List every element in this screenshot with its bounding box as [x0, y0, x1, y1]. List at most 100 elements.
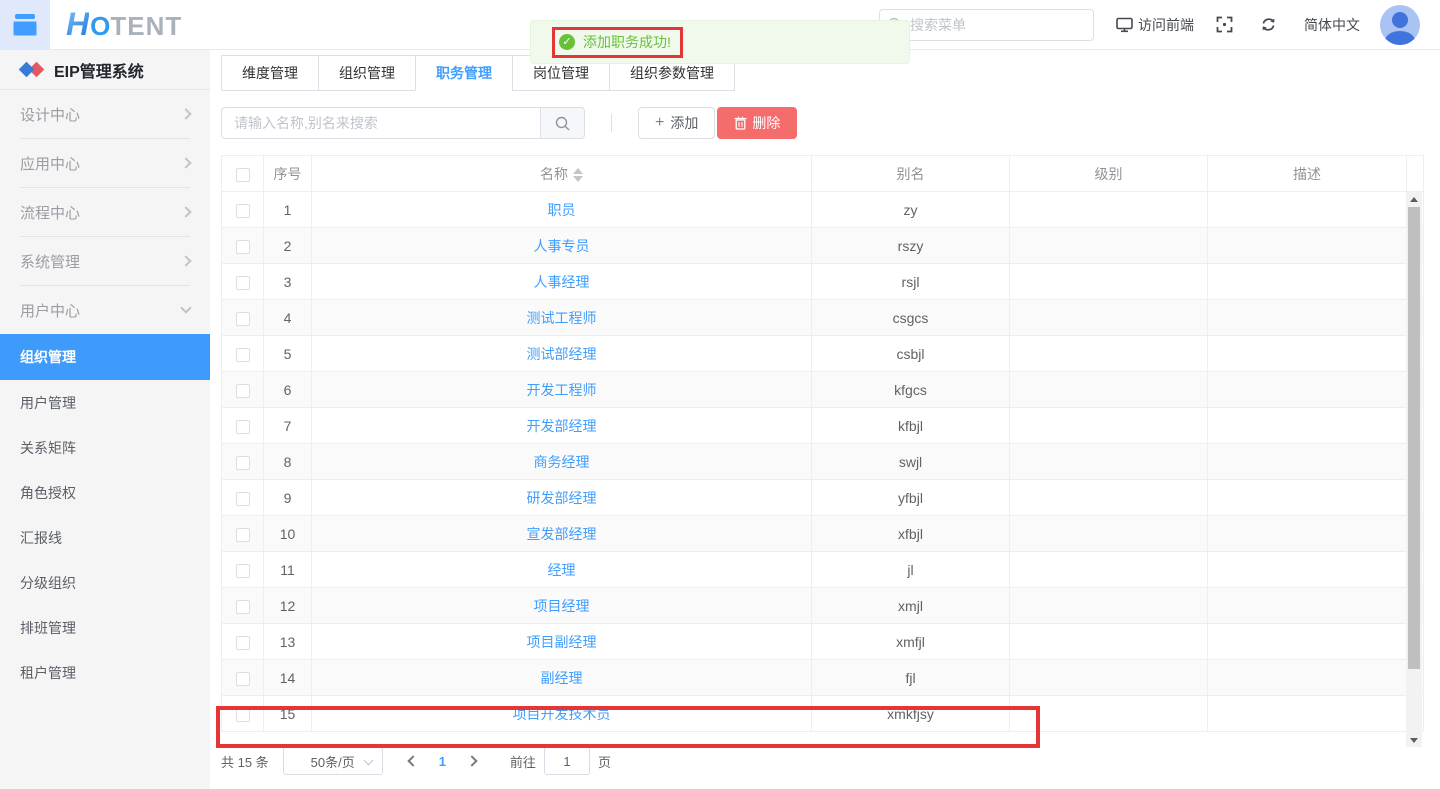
menu-search-input[interactable] — [879, 9, 1094, 41]
position-name-link[interactable]: 经理 — [548, 562, 576, 578]
sidebar-item-12[interactable]: 排班管理 — [0, 605, 210, 650]
scroll-down-icon[interactable] — [1406, 733, 1422, 747]
sidebar-item-2[interactable]: 应用中心 — [0, 139, 210, 187]
fullscreen-button[interactable] — [1216, 16, 1238, 33]
visit-frontend-button[interactable]: 访问前端 — [1116, 15, 1194, 35]
row-checkbox[interactable] — [236, 384, 250, 398]
position-name-link[interactable]: 职员 — [548, 202, 576, 218]
next-page-button[interactable] — [466, 755, 477, 766]
delete-button[interactable]: 删除 — [717, 107, 797, 139]
position-name-link[interactable]: 人事经理 — [534, 274, 590, 290]
table-row-4: 4测试工程师csgcs — [222, 300, 1424, 336]
position-name-link[interactable]: 测试部经理 — [527, 346, 597, 362]
sort-caret-icon[interactable] — [573, 168, 583, 182]
position-name-link[interactable]: 项目副经理 — [527, 634, 597, 650]
position-name-link[interactable]: 人事专员 — [534, 238, 590, 254]
sidebar-item-1[interactable]: 设计中心 — [0, 90, 210, 138]
select-all-checkbox[interactable] — [236, 168, 250, 182]
chevron-right-icon — [180, 108, 191, 119]
sidebar-item-4[interactable]: 系统管理 — [0, 237, 210, 285]
collapse-menu-button[interactable] — [0, 0, 50, 50]
position-name-link[interactable]: 测试工程师 — [527, 310, 597, 326]
position-name-link[interactable]: 商务经理 — [534, 454, 590, 470]
chevron-right-icon — [180, 157, 191, 168]
sidebar-item-13[interactable]: 租户管理 — [0, 650, 210, 695]
sidebar-item-label: 系统管理 — [20, 251, 80, 272]
sidebar-item-label: 组织管理 — [20, 347, 76, 367]
cell-level — [1010, 336, 1208, 372]
row-checkbox[interactable] — [236, 600, 250, 614]
row-checkbox[interactable] — [236, 528, 250, 542]
cell-alias: kfbjl — [812, 408, 1010, 444]
sidebar-item-10[interactable]: 汇报线 — [0, 515, 210, 560]
sidebar-item-5[interactable]: 用户中心 — [0, 286, 210, 334]
cell-desc — [1208, 624, 1407, 660]
add-button[interactable]: + 添加 — [638, 107, 715, 139]
cell-desc — [1208, 372, 1407, 408]
position-name-link[interactable]: 研发部经理 — [527, 490, 597, 506]
cell-level — [1010, 624, 1208, 660]
column-header-name[interactable]: 名称 — [312, 156, 812, 192]
row-checkbox[interactable] — [236, 708, 250, 722]
sidebar-item-9[interactable]: 角色授权 — [0, 470, 210, 515]
row-checkbox[interactable] — [236, 240, 250, 254]
cell-alias: rsjl — [812, 264, 1010, 300]
row-checkbox[interactable] — [236, 276, 250, 290]
row-checkbox[interactable] — [236, 492, 250, 506]
logo: H O TENT — [66, 6, 182, 43]
sidebar-item-8[interactable]: 关系矩阵 — [0, 425, 210, 470]
toast-message: 添加职务成功! — [583, 32, 671, 52]
current-page: 1 — [439, 754, 446, 769]
position-name-link[interactable]: 项目经理 — [534, 598, 590, 614]
sidebar-item-11[interactable]: 分级组织 — [0, 560, 210, 605]
avatar[interactable] — [1380, 5, 1420, 45]
cell-level — [1010, 264, 1208, 300]
header-checkbox-cell — [222, 156, 264, 192]
app-title: EIP管理系统 — [54, 58, 144, 82]
row-checkbox[interactable] — [236, 420, 250, 434]
position-name-link[interactable]: 宣发部经理 — [527, 526, 597, 542]
plus-icon: + — [655, 114, 664, 132]
refresh-button[interactable] — [1260, 16, 1282, 33]
sidebar-item-6[interactable]: 组织管理 — [0, 334, 210, 380]
table-scrollbar[interactable] — [1406, 192, 1422, 747]
row-checkbox[interactable] — [236, 564, 250, 578]
scrollbar-thumb[interactable] — [1408, 207, 1420, 669]
position-name-link[interactable]: 项目开发技术员 — [513, 706, 611, 722]
row-checkbox[interactable] — [236, 456, 250, 470]
prev-page-button[interactable] — [407, 755, 418, 766]
position-name-link[interactable]: 开发工程师 — [527, 382, 597, 398]
goto-label: 前往 — [510, 752, 536, 771]
table-row-12: 12项目经理xmjl — [222, 588, 1424, 624]
cell-desc — [1208, 588, 1407, 624]
scroll-up-icon[interactable] — [1406, 192, 1422, 206]
language-label: 简体中文 — [1304, 15, 1360, 35]
table-search-button[interactable] — [540, 107, 585, 139]
table-search-input[interactable] — [221, 107, 540, 139]
cell-desc — [1208, 300, 1407, 336]
row-checkbox[interactable] — [236, 672, 250, 686]
table-row-10: 10宣发部经理xfbjl — [222, 516, 1424, 552]
row-checkbox[interactable] — [236, 312, 250, 326]
cell-num: 1 — [264, 192, 312, 228]
goto-page-input[interactable] — [544, 747, 590, 775]
language-switch[interactable]: 简体中文 — [1304, 15, 1360, 35]
collapse-menu-icon — [15, 14, 35, 19]
sidebar-item-3[interactable]: 流程中心 — [0, 188, 210, 236]
cell-alias: csbjl — [812, 336, 1010, 372]
tab-组织管理[interactable]: 组织管理 — [318, 55, 416, 91]
position-name-link[interactable]: 开发部经理 — [527, 418, 597, 434]
tab-职务管理[interactable]: 职务管理 — [415, 55, 513, 91]
tab-维度管理[interactable]: 维度管理 — [221, 55, 319, 91]
brand-diamond-icon — [20, 59, 44, 81]
sidebar-item-label: 关系矩阵 — [20, 438, 76, 458]
position-name-link[interactable]: 副经理 — [541, 670, 583, 686]
sidebar-item-7[interactable]: 用户管理 — [0, 380, 210, 425]
table-row-13: 13项目副经理xmfjl — [222, 624, 1424, 660]
cell-alias: fjl — [812, 660, 1010, 696]
row-checkbox[interactable] — [236, 204, 250, 218]
row-checkbox[interactable] — [236, 636, 250, 650]
table-row-11: 11经理jl — [222, 552, 1424, 588]
page-size-select[interactable]: 50条/页 — [283, 747, 383, 775]
row-checkbox[interactable] — [236, 348, 250, 362]
